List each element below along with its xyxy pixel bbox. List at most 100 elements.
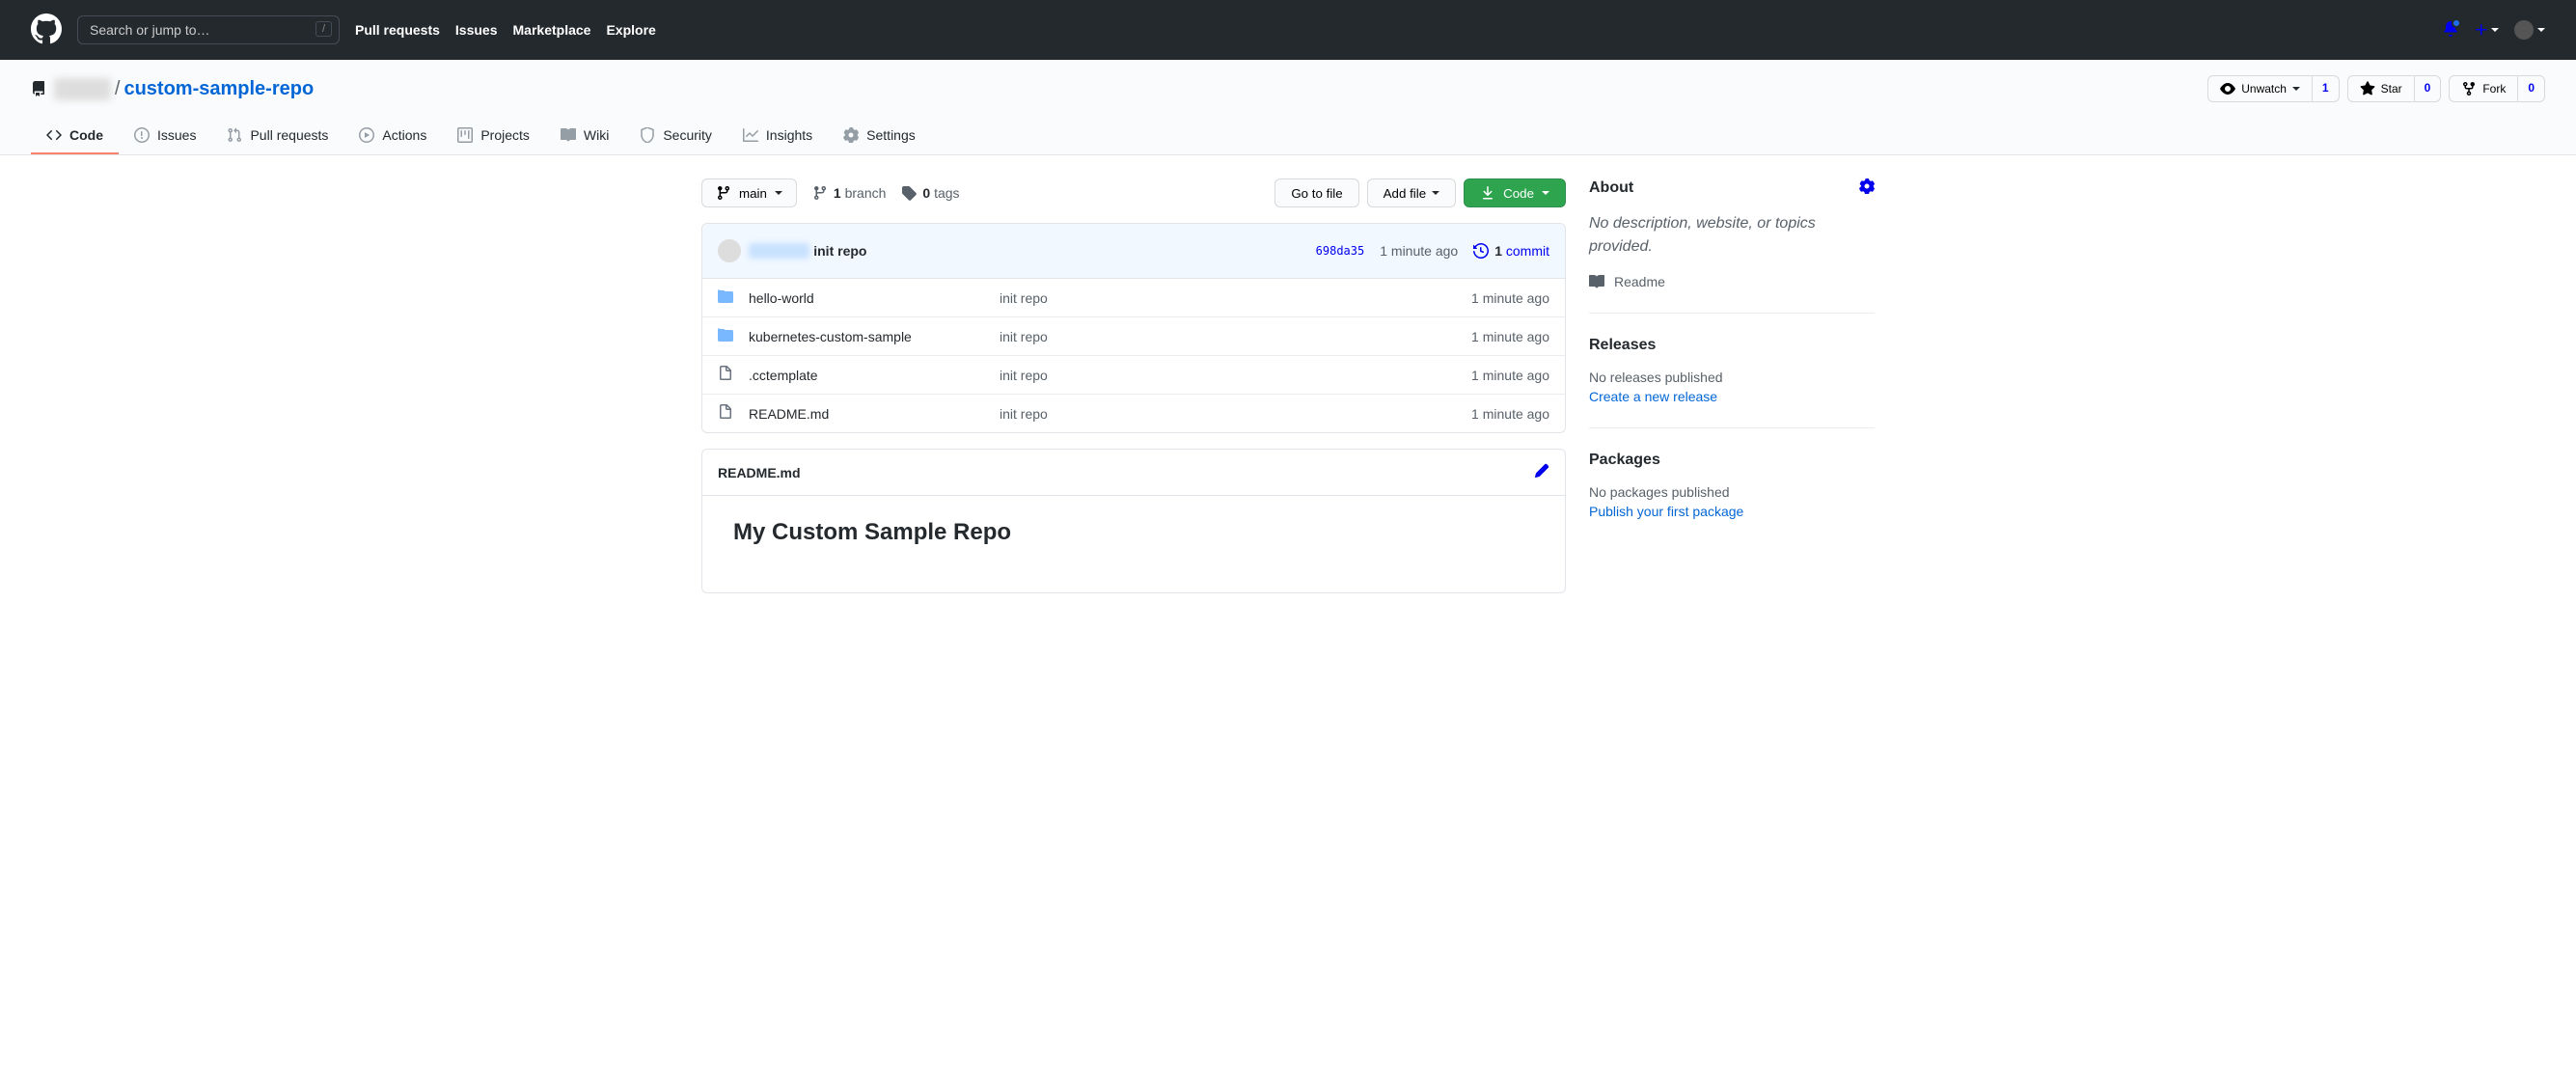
file-age: 1 minute ago — [1471, 329, 1549, 344]
file-age: 1 minute ago — [1471, 406, 1549, 422]
nav-pull-requests[interactable]: Pull requests — [355, 22, 440, 38]
file-commit-link[interactable]: init repo — [1000, 406, 1048, 422]
watch-count[interactable]: 1 — [2313, 75, 2340, 102]
tab-settings[interactable]: Settings — [828, 118, 931, 154]
caret-down-icon — [1432, 191, 1439, 195]
file-commit-link[interactable]: init repo — [1000, 290, 1048, 306]
commits-link[interactable]: 1 commit — [1473, 243, 1549, 259]
branches-link[interactable]: 1 branch — [812, 185, 887, 201]
folder-icon — [718, 288, 733, 307]
fork-count[interactable]: 0 — [2518, 75, 2545, 102]
eye-icon — [2220, 81, 2235, 96]
create-new-menu[interactable] — [2474, 22, 2499, 38]
nav-issues[interactable]: Issues — [455, 22, 498, 38]
readme-filename: README.md — [718, 465, 801, 480]
pull-request-icon — [227, 127, 242, 143]
star-icon — [2360, 81, 2375, 96]
graph-icon — [743, 127, 758, 143]
caret-down-icon — [2537, 28, 2545, 32]
commit-time: 1 minute ago — [1380, 243, 1458, 259]
branch-name: main — [739, 186, 767, 201]
nav-explore[interactable]: Explore — [606, 22, 655, 38]
project-icon — [457, 127, 473, 143]
caret-down-icon — [2292, 87, 2300, 91]
tab-projects[interactable]: Projects — [442, 118, 545, 154]
file-name-link[interactable]: hello-world — [749, 290, 814, 306]
packages-title: Packages — [1589, 452, 1660, 469]
gear-icon — [843, 127, 859, 143]
slash-key-hint: / — [315, 21, 332, 37]
watch-label: Unwatch — [2241, 82, 2287, 96]
nav-marketplace[interactable]: Marketplace — [513, 22, 591, 38]
commit-message-link[interactable]: init repo — [813, 243, 866, 259]
commit-sha-link[interactable]: 698da35 — [1316, 244, 1365, 258]
branch-select-button[interactable]: main — [701, 178, 797, 207]
file-row: kubernetes-custom-sample init repo 1 minut… — [702, 317, 1565, 356]
notifications-button[interactable] — [2443, 21, 2458, 40]
file-commit-link[interactable]: init repo — [1000, 329, 1048, 344]
file-commit-link[interactable]: init repo — [1000, 368, 1048, 383]
fork-icon — [2461, 81, 2477, 96]
edit-readme-button[interactable] — [1534, 463, 1549, 481]
create-release-link[interactable]: Create a new release — [1589, 389, 1717, 404]
fork-label: Fork — [2482, 82, 2506, 96]
publish-package-link[interactable]: Publish your first package — [1589, 504, 1743, 519]
watch-button[interactable]: Unwatch — [2207, 75, 2313, 102]
avatar-icon — [2514, 20, 2534, 40]
readme-link[interactable]: Readme — [1589, 274, 1875, 289]
pencil-icon — [1534, 463, 1549, 479]
file-row: .cctemplateinit repo1 minute ago — [702, 356, 1565, 395]
tab-wiki[interactable]: Wiki — [545, 118, 624, 154]
about-description: No description, website, or topics provi… — [1589, 212, 1875, 259]
file-row: hello-world init repo 1 minute ago — [702, 279, 1565, 317]
go-to-file-button[interactable]: Go to file — [1274, 178, 1358, 207]
repo-name-link[interactable]: custom-sample-repo — [123, 78, 314, 100]
repo-icon — [31, 81, 46, 96]
repo-owner-link[interactable]: user — [54, 78, 111, 100]
caret-down-icon — [2491, 28, 2499, 32]
file-name-link[interactable]: README.md — [749, 406, 829, 422]
tab-security[interactable]: Security — [624, 118, 727, 154]
tab-issues[interactable]: Issues — [119, 118, 211, 154]
tab-code[interactable]: Code — [31, 118, 119, 154]
file-age: 1 minute ago — [1471, 290, 1549, 306]
tags-link[interactable]: 0 tags — [901, 185, 959, 201]
shield-icon — [640, 127, 655, 143]
file-name-link[interactable]: .cctemplate — [749, 368, 818, 383]
fork-button[interactable]: Fork — [2449, 75, 2518, 102]
notification-dot-icon — [2452, 18, 2461, 28]
commit-author[interactable]: user — [749, 243, 809, 259]
file-icon — [718, 366, 733, 384]
search-input[interactable] — [77, 15, 340, 44]
tab-pull-requests[interactable]: Pull requests — [211, 118, 343, 154]
code-icon — [46, 127, 62, 143]
star-label: Star — [2381, 82, 2402, 96]
github-logo[interactable] — [31, 14, 62, 47]
branch-icon — [716, 185, 731, 201]
book-icon — [561, 127, 576, 143]
readme-heading: My Custom Sample Repo — [733, 519, 1534, 554]
tab-insights[interactable]: Insights — [727, 118, 828, 154]
about-settings-button[interactable] — [1859, 178, 1875, 197]
branch-icon — [812, 185, 828, 201]
code-download-button[interactable]: Code — [1464, 178, 1566, 207]
file-name-link[interactable]: kubernetes-custom-sample — [749, 329, 912, 344]
packages-none: No packages published — [1589, 484, 1875, 500]
book-icon — [1589, 274, 1604, 289]
star-count[interactable]: 0 — [2415, 75, 2442, 102]
path-separator: / — [115, 78, 121, 100]
user-menu[interactable] — [2514, 20, 2545, 40]
releases-none: No releases published — [1589, 370, 1875, 385]
star-button[interactable]: Star — [2347, 75, 2415, 102]
folder-icon — [718, 327, 733, 345]
latest-commit-summary: user init repo 698da35 1 minute ago 1 co… — [702, 224, 1565, 279]
gear-icon — [1859, 178, 1875, 194]
tab-actions[interactable]: Actions — [343, 118, 442, 154]
about-title: About — [1589, 179, 1633, 197]
play-icon — [359, 127, 374, 143]
avatar-icon — [718, 239, 741, 262]
add-file-button[interactable]: Add file — [1367, 178, 1456, 207]
download-icon — [1480, 185, 1495, 201]
issue-icon — [134, 127, 150, 143]
releases-title: Releases — [1589, 337, 1656, 354]
